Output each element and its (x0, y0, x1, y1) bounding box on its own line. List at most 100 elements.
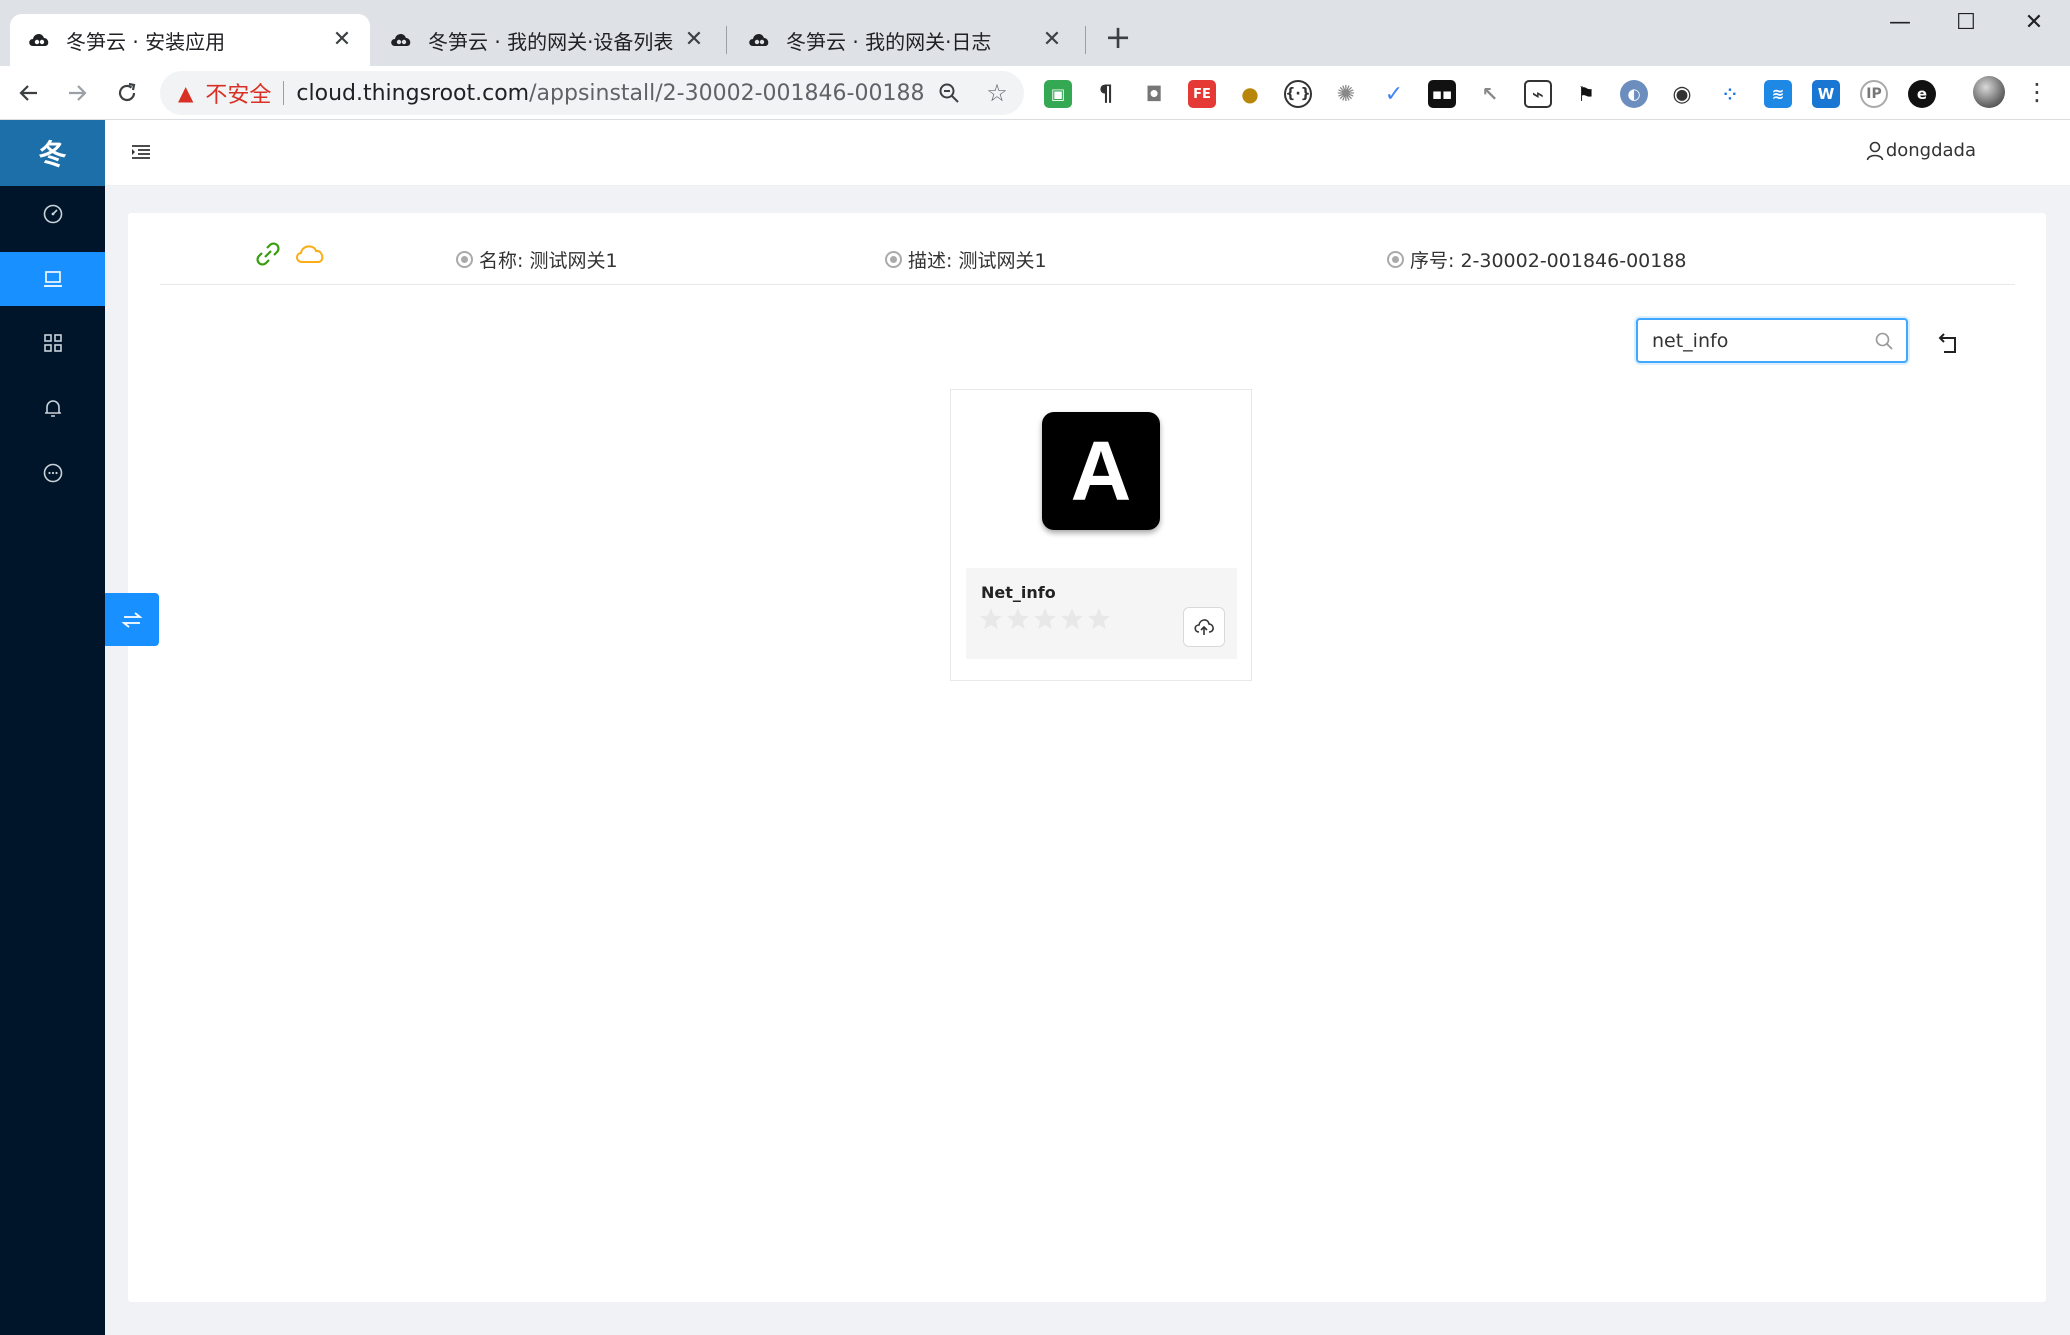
bell-icon (44, 400, 61, 417)
gateway-description-text: 描述: 测试网关1 (908, 250, 1047, 272)
cloud-logo-icon (26, 27, 52, 53)
star-icon[interactable] (1032, 606, 1058, 632)
bookmark-star-icon[interactable]: ☆ (982, 78, 1012, 108)
sidebar-item-dashboard[interactable] (0, 186, 105, 240)
address-bar[interactable]: ▲ 不安全 cloud.thingsroot.com /appsinstall/… (160, 71, 1024, 115)
username: dongdada (1885, 140, 1976, 161)
paragraph-icon[interactable]: ¶ (1092, 80, 1120, 108)
drawer-toggle-button[interactable] (105, 593, 159, 646)
star-icon[interactable] (1005, 606, 1031, 632)
swap-icon (121, 611, 143, 628)
sidebar: 冬 (0, 120, 105, 1335)
close-icon[interactable]: ✕ (1040, 28, 1064, 52)
reload-button[interactable] (110, 76, 144, 110)
radio-icon (456, 251, 473, 268)
gateway-serial: 序号: 2-30002-001846-00188 (1387, 246, 1687, 273)
tab-title: 冬笋云 · 安装应用 (66, 29, 226, 54)
fe-icon[interactable]: FE (1188, 80, 1216, 108)
app-logo[interactable]: 冬 (0, 120, 105, 186)
gateway-description: 描述: 测试网关1 (885, 246, 1047, 273)
circle-icon[interactable]: ◐ (1620, 80, 1648, 108)
menu-fold-icon[interactable] (129, 140, 153, 164)
security-label: 不安全 (205, 83, 272, 108)
app-card[interactable]: A Net_info (950, 389, 1252, 681)
laptop-icon (43, 271, 62, 287)
app-meta: Net_info (966, 568, 1237, 659)
tab-title: 冬笋云 · 我的网关·设备列表 (428, 29, 674, 54)
close-icon[interactable]: ✕ (330, 28, 354, 52)
window-close-button[interactable]: ✕ (2014, 10, 2054, 38)
sidebar-item-alerts[interactable] (0, 381, 105, 435)
eye-icon[interactable]: ◉ (1668, 80, 1696, 108)
sidebar-item-gateways[interactable] (0, 252, 105, 306)
warning-icon: ▲ (178, 81, 194, 105)
gateway-serial-text: 序号: 2-30002-001846-00188 (1410, 250, 1687, 272)
browser-tab-install[interactable]: 冬笋云 · 安装应用 ✕ (10, 14, 370, 66)
radio-icon (1387, 251, 1404, 268)
image-icon[interactable]: ⌁ (1524, 80, 1552, 108)
cloud-upload-icon (1194, 619, 1214, 635)
search-value: net_info (1652, 329, 1729, 352)
app-icon: A (1042, 412, 1160, 530)
rollback-icon[interactable] (1936, 332, 1960, 356)
reload-icon (118, 82, 136, 102)
cloud-logo-icon (388, 27, 414, 53)
radio-icon (885, 251, 902, 268)
chrome-store-icon[interactable]: ▣ (1044, 80, 1072, 108)
check-icon[interactable]: ✓ (1380, 80, 1408, 108)
app-search-input[interactable]: net_info (1636, 318, 1908, 363)
url-path: /appsinstall/2-30002-001846-00188 (529, 80, 925, 106)
back-button[interactable] (12, 76, 46, 110)
app-header: dongdada (105, 120, 2070, 186)
browser-toolbar: ▲ 不安全 cloud.thingsroot.com /appsinstall/… (0, 66, 2070, 120)
browser-tab-log[interactable]: 冬笋云 · 我的网关·日志 ✕ (730, 14, 1080, 66)
sidebar-item-apps[interactable] (0, 316, 105, 370)
camera-icon[interactable]: ◘ (1140, 80, 1168, 108)
arrow-left-icon (19, 85, 37, 101)
star-icon[interactable] (978, 606, 1004, 632)
bitwarden-icon[interactable]: ▪▪ (1428, 80, 1456, 108)
translate-icon[interactable]: ⚑ (1572, 80, 1600, 108)
json-icon[interactable]: {·} (1284, 80, 1312, 108)
zoom-icon[interactable] (934, 78, 964, 108)
cursor-icon[interactable]: ↖ (1476, 80, 1504, 108)
star-icon[interactable] (1059, 606, 1085, 632)
url-host: cloud.thingsroot.com (296, 80, 530, 106)
appstore-icon (43, 334, 62, 352)
divider (283, 81, 285, 105)
ip-icon[interactable]: IP (1860, 80, 1888, 108)
minimize-button[interactable]: — (1880, 10, 1920, 38)
search-icon[interactable] (1874, 331, 1894, 351)
new-tab-button[interactable]: + (1102, 21, 1134, 54)
cloud-icon (296, 245, 324, 263)
gear-icon[interactable]: ✺ (1332, 80, 1360, 108)
gateway-name-text: 名称: 测试网关1 (479, 250, 618, 272)
cookie-icon[interactable]: ● (1236, 80, 1264, 108)
forward-button[interactable] (60, 76, 94, 110)
close-icon[interactable]: ✕ (682, 28, 706, 52)
content-card (128, 213, 2046, 1302)
gateway-name: 名称: 测试网关1 (456, 246, 618, 273)
sidebar-item-messages[interactable] (0, 446, 105, 500)
wave-icon[interactable]: ≋ (1764, 80, 1792, 108)
tab-title: 冬笋云 · 我的网关·日志 (786, 29, 992, 54)
dots-icon[interactable]: ⁘ (1716, 80, 1744, 108)
install-app-button[interactable] (1183, 607, 1225, 647)
link-icon (256, 242, 280, 266)
cloud-logo-icon (746, 27, 772, 53)
browser-tab-device-list[interactable]: 冬笋云 · 我的网关·设备列表 ✕ (372, 14, 722, 66)
user-menu[interactable]: dongdada (1866, 140, 1976, 161)
dashboard-icon (43, 204, 62, 224)
arrow-right-icon (69, 85, 87, 101)
maximize-button[interactable]: ☐ (1946, 10, 1986, 38)
w-icon[interactable]: W (1812, 80, 1840, 108)
profile-avatar[interactable] (1973, 76, 2005, 108)
more-options-icon[interactable]: ⋮ (2025, 76, 2049, 108)
browser-tab-bar: 冬笋云 · 安装应用 ✕ 冬笋云 · 我的网关·设备列表 ✕ 冬笋云 · 我的网… (0, 0, 2070, 66)
star-icon[interactable] (1086, 606, 1112, 632)
edge-icon[interactable]: e (1908, 80, 1936, 108)
tab-separator (726, 26, 727, 54)
message-icon (43, 463, 62, 483)
app-name: Net_info (981, 583, 1056, 602)
app-rating (978, 606, 1113, 632)
